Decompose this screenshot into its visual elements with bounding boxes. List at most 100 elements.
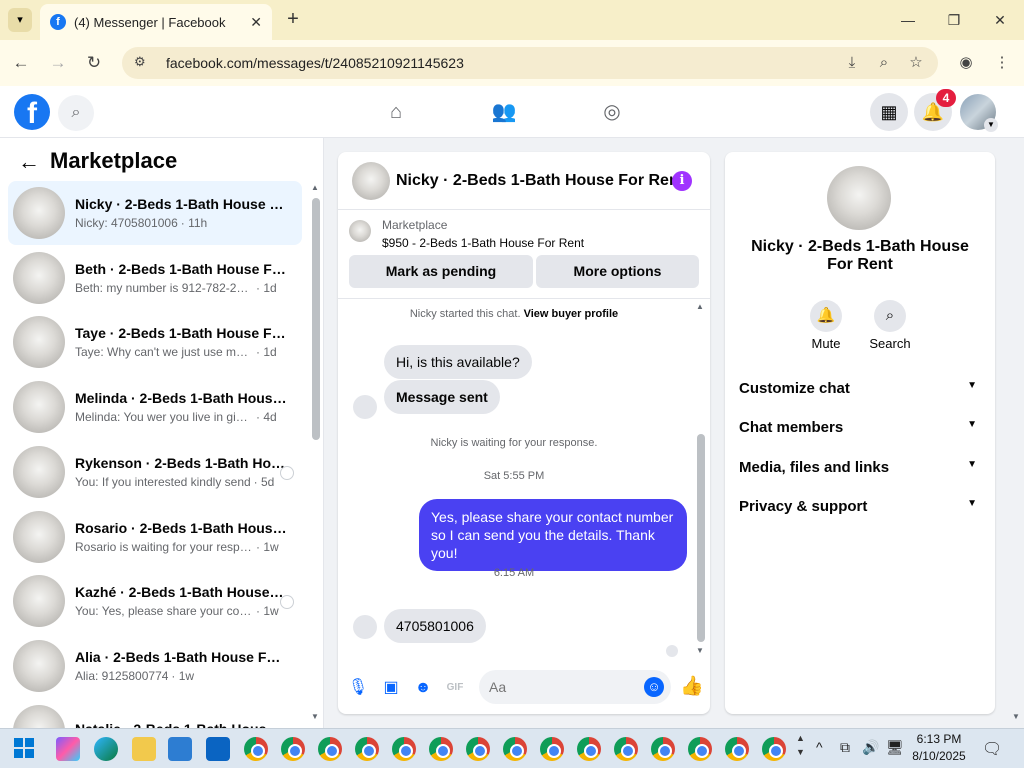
more-options-button[interactable]: More options (536, 255, 699, 288)
volume-icon[interactable]: 🔊 (862, 739, 879, 756)
url-bar[interactable]: ⚙ facebook.com/messages/t/24085210921145… (122, 47, 938, 79)
mark-as-pending-button[interactable]: Mark as pending (349, 255, 533, 288)
chrome-icon[interactable] (318, 737, 342, 761)
incoming-message[interactable]: 4705801006 (384, 609, 486, 643)
chrome-icon[interactable] (503, 737, 527, 761)
profile-icon[interactable]: ◉ (956, 53, 976, 73)
outlook-icon[interactable] (206, 737, 230, 761)
conversation-item[interactable]: Taye · 2-Beds 1-Bath House For Rent Taye:… (8, 310, 302, 374)
incoming-message[interactable]: Message sent (384, 380, 500, 414)
chrome-icon[interactable] (688, 737, 712, 761)
windows-start-icon[interactable] (14, 738, 34, 758)
conversation-item[interactable]: Kazhé · 2-Beds 1-Bath House For Rent You:… (8, 569, 302, 633)
emoji-icon[interactable]: ☺ (644, 677, 664, 697)
scroll-down-arrow-icon[interactable]: ▼ (311, 712, 319, 721)
listing-avatar[interactable] (352, 162, 390, 200)
chrome-icon[interactable] (244, 737, 268, 761)
forward-button[interactable]: → (45, 50, 71, 76)
file-explorer-icon[interactable] (132, 737, 156, 761)
chrome-icon[interactable] (355, 737, 379, 761)
taskbar-scroll-arrows[interactable]: ▲ ▼ (796, 731, 805, 759)
account-avatar[interactable]: ▼ (960, 94, 998, 132)
outgoing-message[interactable]: Yes, please share your contact number so… (419, 499, 687, 571)
bookmark-star-icon[interactable]: ☆ (906, 53, 926, 73)
preview-text: Taye: Why can't we just use messenger (75, 345, 253, 360)
chrome-icon[interactable] (281, 737, 305, 761)
listing-thumbnail (13, 187, 65, 239)
close-window-button[interactable]: ✕ (980, 8, 1020, 32)
message-input[interactable] (479, 670, 671, 704)
incoming-message[interactable]: Hi, is this available? (384, 345, 532, 379)
tab-search-chevron-icon[interactable]: ▾ (8, 8, 32, 32)
show-hidden-icons[interactable]: ^ (816, 739, 823, 755)
preview-text: Nicky: 4705801006 (75, 216, 178, 230)
sticker-icon[interactable]: ☻ (412, 677, 434, 699)
browser-tab-messenger[interactable]: f (4) Messenger | Facebook ✕ (40, 4, 272, 40)
thumbs-up-icon[interactable]: 👍 (680, 676, 704, 698)
view-buyer-profile-link[interactable]: View buyer profile (524, 308, 619, 320)
maximize-button[interactable]: ❐ (934, 8, 974, 32)
groups-icon[interactable]: ◎ (596, 96, 628, 128)
store-icon[interactable] (168, 737, 192, 761)
scroll-down-arrow-icon[interactable]: ▼ (696, 646, 704, 655)
close-tab-icon[interactable]: ✕ (250, 14, 262, 31)
scroll-up-arrow-icon[interactable]: ▲ (696, 302, 704, 311)
conversation-preview: Beth: my number is 912-782-2932 · 1d (75, 281, 302, 295)
back-button[interactable]: ← (8, 50, 34, 76)
meet-now-icon[interactable]: ⧉ (840, 739, 850, 756)
section-privacy-support[interactable]: Privacy & support ▼ (739, 498, 979, 515)
chat-title[interactable]: Nicky · 2-Beds 1-Bath House For Rent (396, 172, 684, 190)
conversation-item[interactable]: Nicky · 2-Beds 1-Bath House For Rent Nick… (8, 181, 302, 245)
menu-grid-icon[interactable]: ▦ (870, 93, 908, 131)
browser-menu-icon[interactable]: ⋮ (992, 53, 1012, 73)
mute-bell-icon[interactable]: 🔔 (810, 300, 842, 332)
section-media-files-links[interactable]: Media, files and links ▼ (739, 459, 979, 476)
scroll-down-arrow-icon[interactable]: ▼ (1012, 712, 1020, 721)
chrome-icon[interactable] (429, 737, 453, 761)
zoom-icon[interactable]: ⌕ (874, 53, 894, 73)
chrome-icon[interactable] (466, 737, 490, 761)
preview-time: · 11h (180, 216, 208, 230)
facebook-logo-icon[interactable]: f (14, 94, 50, 130)
reload-button[interactable]: ↻ (81, 50, 107, 76)
copilot-icon[interactable] (56, 737, 80, 761)
listing-thumbnail[interactable] (349, 220, 371, 242)
scrollbar-thumb[interactable] (697, 434, 705, 642)
minimize-button[interactable]: — (888, 8, 928, 32)
chrome-icon[interactable] (392, 737, 416, 761)
notifications-center-icon[interactable]: 🗨 (982, 739, 1002, 759)
new-tab-button[interactable]: + (282, 8, 304, 30)
install-app-icon[interactable]: ⤓ (842, 53, 862, 73)
back-arrow-icon[interactable]: ← (18, 150, 40, 174)
conversation-item[interactable]: Rykenson · 2-Beds 1-Bath House For Rent Y… (8, 440, 302, 504)
network-icon[interactable]: 🖥 (886, 739, 904, 756)
chrome-icon[interactable] (725, 737, 749, 761)
edge-icon[interactable] (94, 737, 118, 761)
site-info-icon[interactable]: ⚙ (134, 54, 152, 72)
conversation-item[interactable]: Alia · 2-Beds 1-Bath House For Rent Alia:… (8, 634, 302, 698)
gif-icon[interactable]: GIF (444, 677, 466, 699)
section-customize-chat[interactable]: Customize chat ▼ (739, 380, 979, 397)
scrollbar-thumb[interactable] (312, 198, 320, 440)
photo-icon[interactable]: ▣ (380, 677, 402, 699)
chrome-icon[interactable] (577, 737, 601, 761)
section-chat-members[interactable]: Chat members ▼ (739, 419, 979, 436)
conversation-item[interactable]: Melinda · 2-Beds 1-Bath House For Rent Me… (8, 375, 302, 439)
chrome-icon[interactable] (540, 737, 564, 761)
listing-avatar-large[interactable] (827, 166, 891, 230)
listing-title[interactable]: $950 - 2-Beds 1-Bath House For Rent (382, 236, 584, 250)
friends-icon[interactable]: 👥 (488, 96, 520, 128)
taskbar-clock[interactable]: 6:13 PM 8/10/2025 (904, 731, 974, 765)
scroll-up-arrow-icon[interactable]: ▲ (311, 183, 319, 192)
chrome-icon[interactable] (762, 737, 786, 761)
conversation-text: Alia · 2-Beds 1-Bath House For Rent Alia:… (75, 649, 302, 683)
search-icon[interactable]: ⌕ (58, 95, 94, 131)
home-icon[interactable]: ⌂ (380, 96, 412, 128)
conversation-item[interactable]: Rosario · 2-Beds 1-Bath House For Rent Ro… (8, 505, 302, 569)
conversation-item[interactable]: Beth · 2-Beds 1-Bath House For Rent Beth:… (8, 246, 302, 310)
search-icon[interactable]: ⌕ (874, 300, 906, 332)
chrome-icon[interactable] (651, 737, 675, 761)
microphone-icon[interactable]: 🎙 (347, 677, 369, 699)
chrome-icon[interactable] (614, 737, 638, 761)
info-icon[interactable]: i (672, 171, 692, 191)
